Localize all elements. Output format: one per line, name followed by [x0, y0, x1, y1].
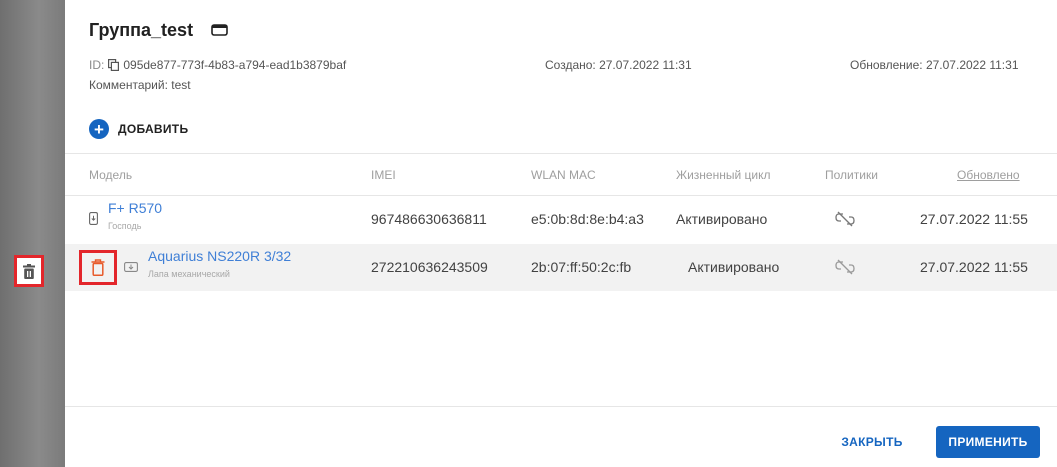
- updated-cell: 27.07.2022 11:55: [920, 211, 1028, 227]
- close-button[interactable]: ЗАКРЫТЬ: [827, 426, 917, 458]
- table-row[interactable]: Aquarius NS220R 3/32 Лапа механический 2…: [65, 244, 1057, 291]
- device-subtitle: Господь: [108, 221, 142, 231]
- device-name-link[interactable]: Aquarius NS220R 3/32: [148, 248, 291, 264]
- plus-circle-icon: +: [89, 119, 109, 139]
- imei-cell: 272210636243509: [371, 259, 488, 275]
- copy-icon[interactable]: [108, 59, 120, 71]
- id-label: ID:: [89, 58, 105, 72]
- updated-date: Обновление: 27.07.2022 11:31: [850, 58, 1019, 72]
- unlinked-icon: [835, 211, 855, 227]
- column-header-policies[interactable]: Политики: [825, 168, 878, 182]
- column-header-wlan-mac[interactable]: WLAN MAC: [531, 168, 596, 182]
- wlan-mac-cell: e5:0b:8d:8e:b4:a3: [531, 211, 644, 227]
- group-details-panel: Группа_test ID: 095de877-773f-4b83-a794-…: [65, 8, 1057, 467]
- trash-icon: [23, 263, 35, 279]
- divider-top: [65, 153, 1057, 154]
- window-icon[interactable]: [211, 24, 228, 36]
- updated-text: Обновление: 27.07.2022 11:31: [850, 58, 1019, 72]
- lifecycle-cell: Активировано: [688, 259, 780, 275]
- created-date: Создано: 27.07.2022 11:31: [545, 58, 692, 72]
- lifecycle-cell: Активировано: [676, 211, 768, 227]
- phone-icon: [89, 212, 98, 225]
- group-title: Группа_test: [89, 20, 194, 40]
- divider-bottom: [65, 406, 1057, 407]
- device-subtitle: Лапа механический: [148, 269, 230, 279]
- row-delete-button[interactable]: [79, 250, 117, 285]
- column-header-updated[interactable]: Обновлено: [957, 168, 1020, 182]
- device-name-link[interactable]: F+ R570: [108, 200, 162, 216]
- trash-icon: [91, 259, 105, 276]
- overlay-shade: [0, 0, 65, 467]
- apply-button[interactable]: ПРИМЕНИТЬ: [936, 426, 1040, 458]
- column-header-lifecycle[interactable]: Жизненный цикл: [676, 168, 770, 182]
- comment-text: Комментарий: test: [89, 78, 191, 92]
- column-header-model[interactable]: Модель: [89, 168, 132, 182]
- add-label: ДОБАВИТЬ: [118, 122, 189, 136]
- imei-cell: 967486630636811: [371, 211, 487, 227]
- group-comment: Комментарий: test: [89, 78, 191, 92]
- add-device-button[interactable]: + ДОБАВИТЬ: [89, 119, 188, 139]
- left-panel-overlay: [0, 0, 65, 467]
- wlan-mac-cell: 2b:07:ff:50:2c:fb: [531, 259, 632, 275]
- updated-cell: 27.07.2022 11:55: [920, 259, 1028, 275]
- sidebar-delete-button[interactable]: [14, 255, 44, 287]
- column-header-imei[interactable]: IMEI: [371, 168, 396, 182]
- unlinked-icon: [835, 259, 855, 275]
- id-value: 095de877-773f-4b83-a794-ead1b3879baf: [123, 58, 347, 72]
- tablet-icon: [124, 262, 138, 272]
- group-id: ID: 095de877-773f-4b83-a794-ead1b3879baf: [89, 58, 346, 72]
- table-row[interactable]: F+ R570 Господь 967486630636811 e5:0b:8d…: [65, 196, 1057, 243]
- created-text: Создано: 27.07.2022 11:31: [545, 58, 692, 72]
